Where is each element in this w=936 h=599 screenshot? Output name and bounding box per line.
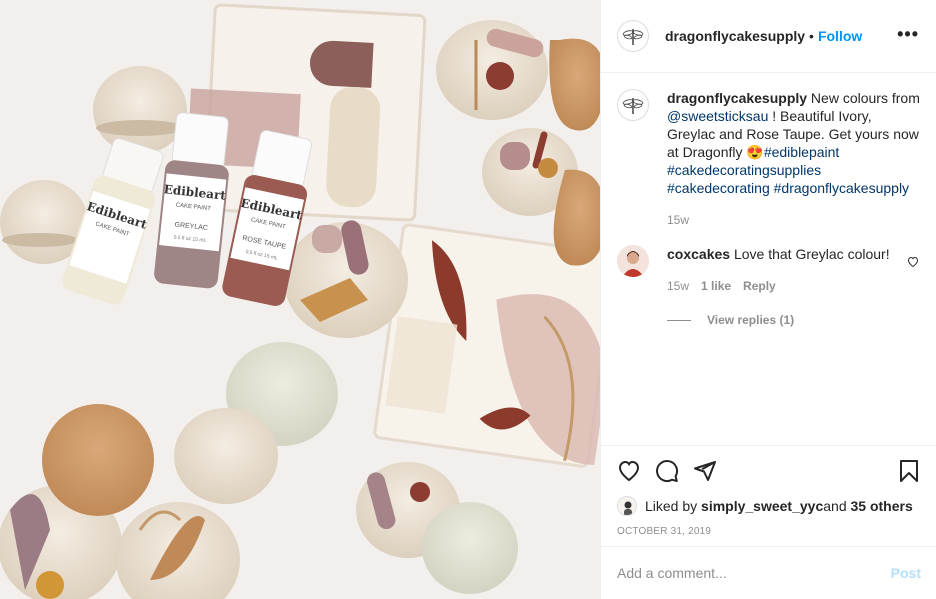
liker-avatar[interactable]	[617, 496, 637, 516]
like-heart-icon[interactable]	[617, 459, 641, 483]
comment-likes[interactable]: 1 like	[701, 277, 731, 295]
caption: dragonflycakesupply New colours from @sw…	[617, 89, 921, 229]
comment-like-heart-icon[interactable]	[907, 255, 919, 271]
caption-text-1: New colours from	[807, 90, 920, 106]
caption-meta: 15w	[667, 211, 921, 229]
liked-by-and: and	[823, 498, 847, 514]
hashtag-cakedecorating[interactable]: #cakedecorating	[667, 180, 770, 196]
hashtag-ediblepaint[interactable]: #ediblepaint	[764, 144, 840, 160]
dragonfly-logo-icon	[622, 29, 644, 45]
comment-time[interactable]: 15w	[667, 277, 689, 295]
replies-divider	[667, 319, 691, 321]
caption-time[interactable]: 15w	[667, 211, 689, 229]
view-replies-label[interactable]: View replies (1)	[707, 313, 794, 327]
liked-by-prefix: Liked by	[645, 498, 698, 514]
likes-summary: Liked by simply_sweet_yyc and 35 others	[617, 496, 921, 516]
macaron-bottom	[422, 502, 518, 594]
caption-body: dragonflycakesupply New colours from @sw…	[667, 89, 921, 229]
post-actions: Liked by simply_sweet_yyc and 35 others …	[601, 445, 936, 537]
macaron-cream-2	[174, 408, 278, 504]
caption-username[interactable]: dragonflycakesupply	[667, 90, 807, 106]
hashtag-cakedecoratingsupplies[interactable]: #cakedecoratingsupplies	[667, 162, 821, 178]
user-photo-icon	[618, 497, 636, 515]
comment-bubble-icon[interactable]	[655, 459, 679, 483]
photo-illustration: Edibleart CAKE PAINT Edibleart CAKE PAIN…	[0, 0, 600, 599]
avatar[interactable]	[617, 20, 649, 52]
more-options-icon[interactable]: •••	[897, 24, 919, 45]
user-photo-icon	[617, 245, 649, 277]
post-photo[interactable]: Edibleart CAKE PAINT Edibleart CAKE PAIN…	[0, 0, 600, 599]
caption-mention[interactable]: @sweetsticksau	[667, 108, 768, 124]
commenter-avatar[interactable]	[617, 245, 649, 277]
liked-by-others[interactable]: 35 others	[851, 498, 913, 514]
comment-username[interactable]: coxcakes	[667, 246, 730, 262]
comment-body: coxcakes Love that Greylac colour! 15w 1…	[667, 245, 921, 295]
caption-emoji: 😍	[746, 144, 764, 160]
post-comment-button[interactable]: Post	[891, 565, 921, 581]
comment-meta: 15w 1 like Reply	[667, 277, 921, 295]
macaron-top-left	[93, 66, 187, 154]
instagram-post: Edibleart CAKE PAINT Edibleart CAKE PAIN…	[0, 0, 936, 599]
comment-item: coxcakes Love that Greylac colour! 15w 1…	[617, 245, 921, 295]
post-date[interactable]: OCTOBER 31, 2019	[617, 526, 921, 537]
caption-avatar[interactable]	[617, 89, 649, 121]
save-bookmark-icon[interactable]	[897, 459, 921, 483]
cookie-scalloped	[42, 404, 154, 516]
hashtag-dragonflycakesupply[interactable]: #dragonflycakesupply	[774, 180, 909, 196]
dragonfly-logo-icon	[622, 98, 644, 114]
comment-text: Love that Greylac colour!	[730, 246, 890, 262]
add-comment-bar: Post	[601, 546, 936, 599]
comment-input[interactable]	[617, 565, 891, 581]
post-sidebar: dragonflycakesupply • Follow ••• dragonf…	[600, 0, 936, 599]
header-username[interactable]: dragonflycakesupply	[665, 28, 805, 44]
reply-button[interactable]: Reply	[743, 277, 776, 295]
share-paper-plane-icon[interactable]	[693, 459, 717, 483]
liked-by-user[interactable]: simply_sweet_yyc	[701, 498, 823, 514]
view-replies[interactable]: View replies (1)	[667, 313, 921, 327]
post-header: dragonflycakesupply • Follow •••	[601, 0, 936, 73]
macaron-top-right	[436, 20, 548, 120]
follow-button[interactable]: Follow	[818, 28, 862, 44]
header-separator: •	[809, 28, 814, 44]
comments-list: dragonflycakesupply New colours from @sw…	[601, 73, 936, 445]
action-icons	[617, 446, 921, 496]
